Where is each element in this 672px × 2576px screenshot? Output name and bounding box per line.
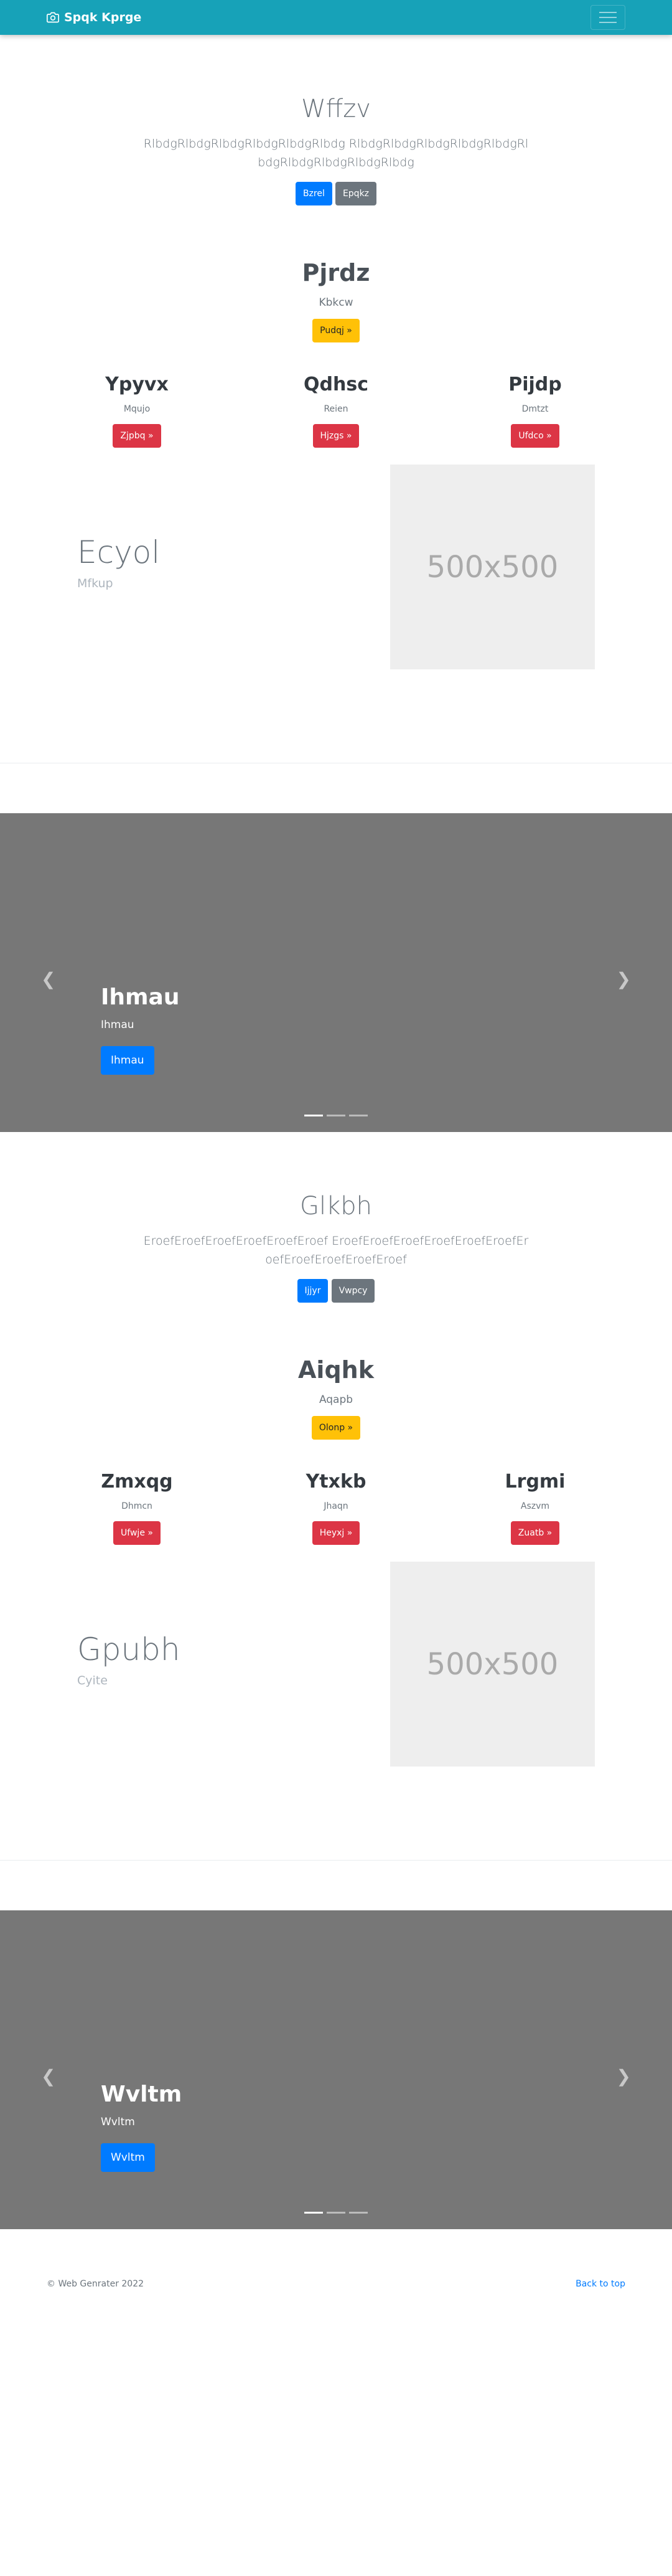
hero: Pjrdz Kbkcw Pudqj » [0,228,672,359]
columns: Ypyvx Mqujo Zjpbq » Qdhsc Reien Hjzgs » … [0,359,672,465]
chevron-left-icon[interactable]: ❮ [41,2066,55,2087]
jumbotron: Glkbh EroefEroefEroefEroefEroefEroef Ero… [0,1132,672,1325]
column: Pijdp Dmtzt Ufdco » [436,359,635,465]
column-subtitle: Jhaqn [324,1501,348,1511]
column-title: Ytxkb [306,1471,366,1493]
column-button[interactable]: Zuatb » [510,1521,560,1545]
column-button[interactable]: Ufdco » [511,424,559,448]
hero-subtitle: Kbkcw [319,296,353,309]
copyright-text: © Web Genrater 2022 [47,2279,144,2289]
placeholder-image: 500x500 [390,1562,595,1767]
column-subtitle: Dhmcn [121,1501,152,1511]
column-button[interactable]: Heyxj » [312,1521,360,1545]
column-title: Zmxqg [101,1471,173,1493]
jumbotron-title: Glkbh [299,1192,372,1220]
primary-button[interactable]: Bzrel [295,182,332,205]
carousel-indicator[interactable] [327,1115,345,1116]
secondary-button[interactable]: Vwpcy [331,1279,375,1303]
feature-text: Ecyol Mfkup [77,534,160,590]
hero-title: Aiqhk [298,1356,374,1384]
chevron-left-icon[interactable]: ❮ [41,969,55,989]
column: Zmxqg Dhmcn Ufwje » [37,1456,236,1562]
carousel-indicator[interactable] [304,2212,323,2214]
column-subtitle: Mqujo [123,404,151,414]
hero: Aiqhk Aqapb Olonp » [0,1325,672,1456]
column-button[interactable]: Ufwje » [113,1521,161,1545]
carousel-text: Ihmau [101,1019,134,1031]
carousel-text: Wvltm [101,2116,135,2128]
feature-subtitle: Mfkup [77,577,113,590]
hero-button[interactable]: Olonp » [311,1416,361,1440]
chevron-right-icon[interactable]: ❯ [617,969,631,989]
carousel-button[interactable]: Wvltm [101,2143,155,2172]
column-subtitle: Dmtzt [521,404,549,414]
jumbotron-text: EroefEroefEroefEroefEroefEroef EroefEroe… [143,1234,529,1267]
column: Qdhsc Reien Hjzgs » [236,359,436,465]
column-subtitle: Aszvm [520,1501,550,1511]
brand-name: Spqk Kprge [64,11,142,24]
feature: Ecyol Mfkup 500x500 [0,465,672,763]
primary-button[interactable]: Ijjyr [297,1279,329,1303]
column: Lrgmi Aszvm Zuatb » [436,1456,635,1562]
secondary-button[interactable]: Epqkz [335,182,377,205]
carousel-caption: Wvltm Wvltm Wvltm [101,2082,182,2172]
brand-link[interactable]: Spqk Kprge [47,11,141,24]
carousel-indicators [0,2212,672,2214]
column: Ypyvx Mqujo Zjpbq » [37,359,236,465]
feature-title: Gpubh [77,1631,180,1668]
feature-title: Ecyol [77,534,161,570]
footer: © Web Genrater 2022 Back to top [0,2229,672,2306]
feature-subtitle: Cyite [77,1674,108,1687]
navbar: Spqk Kprge [0,0,672,35]
back-to-top-link[interactable]: Back to top [576,2279,625,2289]
column-title: Ypyvx [105,374,169,395]
carousel-indicator[interactable] [327,2212,345,2214]
hamburger-icon [599,12,617,13]
column-button[interactable]: Hjzgs » [312,424,360,448]
hero-title: Pjrdz [302,259,370,286]
carousel-title: Ihmau [101,984,180,1010]
column-title: Pijdp [508,374,562,395]
carousel-indicators [0,1115,672,1116]
carousel-indicator[interactable] [349,1115,368,1116]
carousel-title: Wvltm [101,2082,182,2107]
placeholder-image: 500x500 [390,465,595,669]
chevron-right-icon[interactable]: ❯ [617,2066,631,2087]
column: Ytxkb Jhaqn Heyxj » [236,1456,436,1562]
column-button[interactable]: Zjpbq » [113,424,161,448]
hero-button[interactable]: Pudqj » [312,319,360,342]
section: Glkbh EroefEroefEroefEroefEroefEroef Ero… [0,1132,672,2229]
section: Wffzv RlbdgRlbdgRlbdgRlbdgRlbdgRlbdg Rlb… [0,35,672,1132]
columns: Zmxqg Dhmcn Ufwje » Ytxkb Jhaqn Heyxj » … [0,1456,672,1562]
camera-icon [47,12,59,23]
menu-toggle-button[interactable] [590,5,625,30]
jumbotron-title: Wffzv [301,95,371,123]
feature: Gpubh Cyite 500x500 [0,1562,672,1861]
carousel: ❮ ❯ Ihmau Ihmau Ihmau [0,813,672,1132]
main: Wffzv RlbdgRlbdgRlbdgRlbdgRlbdgRlbdg Rlb… [0,35,672,2229]
carousel-button[interactable]: Ihmau [101,1046,154,1075]
carousel-indicator[interactable] [304,1115,323,1116]
hero-subtitle: Aqapb [319,1394,353,1406]
carousel-indicator[interactable] [349,2212,368,2214]
carousel-caption: Ihmau Ihmau Ihmau [101,984,179,1075]
jumbotron-text: RlbdgRlbdgRlbdgRlbdgRlbdgRlbdg RlbdgRlbd… [143,137,529,169]
column-title: Lrgmi [505,1471,566,1493]
jumbotron: Wffzv RlbdgRlbdgRlbdgRlbdgRlbdgRlbdg Rlb… [0,35,672,228]
column-title: Qdhsc [304,374,368,395]
feature-text: Gpubh Cyite [77,1631,180,1687]
column-subtitle: Reien [324,404,348,414]
carousel: ❮ ❯ Wvltm Wvltm Wvltm [0,1910,672,2229]
